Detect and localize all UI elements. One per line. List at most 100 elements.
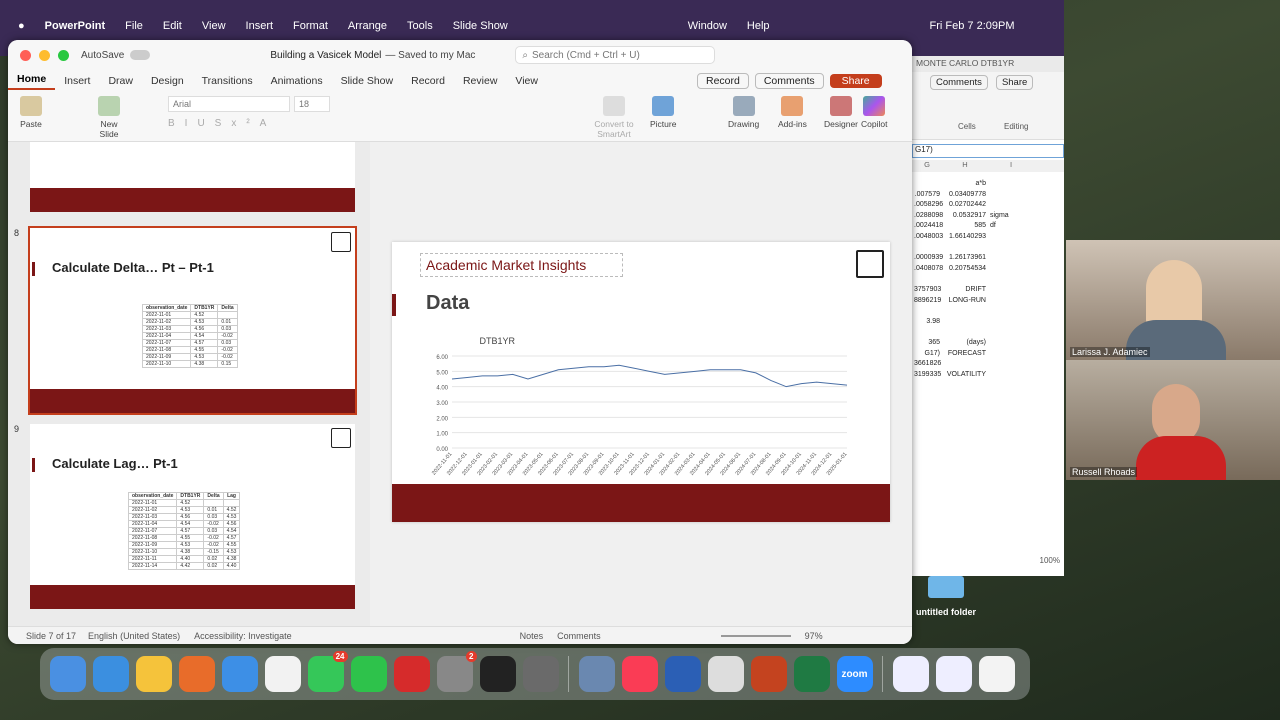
excel-cell[interactable]: 1.26173961 <box>942 254 988 265</box>
printer-icon[interactable] <box>707 656 744 692</box>
tab-draw[interactable]: Draw <box>99 75 142 87</box>
tab-home[interactable]: Home <box>8 73 56 90</box>
picture-button[interactable]: Picture <box>650 96 676 129</box>
excel-cell[interactable] <box>988 297 1034 308</box>
video-tile-2[interactable]: Russell Rhoads <box>1066 360 1280 480</box>
excel-cell[interactable] <box>942 328 988 339</box>
excel-row[interactable]: .0288098 0.0532917 sigma <box>912 212 1064 223</box>
chrome-icon[interactable] <box>135 656 172 692</box>
tab-transitions[interactable]: Transitions <box>193 75 262 87</box>
col-header-g[interactable]: G <box>912 160 942 172</box>
menu-edit[interactable]: Edit <box>163 20 182 32</box>
excel-row[interactable]: G17) FORECAST <box>912 350 1064 361</box>
accessibility-status[interactable]: Accessibility: Investigate <box>194 631 292 641</box>
slide-thumbnail-9[interactable]: Calculate Lag… Pt-1 observation_date DTB1… <box>30 424 355 609</box>
excel-cell[interactable] <box>988 180 1034 191</box>
excel-cell[interactable] <box>988 191 1034 202</box>
menu-window[interactable]: Window <box>688 20 727 32</box>
excel-cell[interactable]: .0058296 <box>912 201 943 212</box>
excel-cell[interactable] <box>988 318 1034 329</box>
music-icon[interactable] <box>621 656 658 692</box>
excel-formula-bar[interactable]: G17) <box>912 144 1064 158</box>
slide-thumbnail-8[interactable]: Calculate Delta… Pt – Pt-1 observation_d… <box>28 226 357 415</box>
excel-cell[interactable]: 1.66140293 <box>942 233 988 244</box>
excel-cell[interactable] <box>988 328 1034 339</box>
excel-row[interactable] <box>912 328 1064 339</box>
convert-smartart-button[interactable]: Convert to SmartArt <box>592 96 636 139</box>
excel-icon[interactable] <box>793 656 830 692</box>
excel-row[interactable]: .0408078 0.20754534 <box>912 265 1064 276</box>
excel-cell[interactable]: 3661826 <box>912 360 942 371</box>
comments-button[interactable]: Comments <box>754 73 824 89</box>
new-slide-button[interactable]: New Slide <box>94 96 124 139</box>
minimize-button[interactable] <box>39 49 50 61</box>
powerpoint-icon[interactable] <box>750 656 787 692</box>
excel-cell[interactable]: FORECAST <box>942 350 988 361</box>
excel-cell[interactable] <box>988 339 1034 350</box>
excel-cell[interactable]: 365 <box>912 339 942 350</box>
preview-icon[interactable] <box>578 656 615 692</box>
settings-icon[interactable]: 2 <box>436 651 477 692</box>
excel-cell[interactable]: a*b <box>942 180 988 191</box>
trash-icon[interactable] <box>978 656 1015 692</box>
menu-app-name[interactable]: PowerPoint <box>45 20 106 32</box>
notes-button[interactable]: Notes <box>520 631 544 641</box>
excel-row[interactable] <box>912 275 1064 286</box>
excel-row[interactable]: .0058296 0.02702442 <box>912 201 1064 212</box>
excel-row[interactable]: 8896219 LONG-RUN <box>912 297 1064 308</box>
apple-icon[interactable]: ● <box>18 20 25 32</box>
excel-cells-button[interactable]: Cells <box>958 122 976 131</box>
paste-button[interactable]: Paste <box>20 96 42 129</box>
excel-row[interactable]: .0048003 1.66140293 <box>912 233 1064 244</box>
tab-slideshow[interactable]: Slide Show <box>332 75 403 87</box>
excel-cell[interactable] <box>988 286 1034 297</box>
excel-cell[interactable] <box>912 275 942 286</box>
excel-cell[interactable]: .0024418 <box>912 222 943 233</box>
excel-cell[interactable] <box>988 265 1034 276</box>
autosave-toggle[interactable] <box>130 50 151 60</box>
excel-cell[interactable]: 3199335 <box>912 371 942 382</box>
zoom-slider[interactable] <box>720 634 791 637</box>
excel-cell[interactable]: .0048003 <box>912 233 943 244</box>
photos-icon[interactable] <box>264 656 301 692</box>
excel-cell[interactable]: DRIFT <box>942 286 988 297</box>
slide-heading[interactable]: Data <box>426 292 469 315</box>
line-chart[interactable]: DTB1YR0.001.002.003.004.005.006.002022-1… <box>412 332 852 482</box>
zoom-app-icon[interactable]: zoom <box>836 656 873 692</box>
excel-cell[interactable] <box>912 180 942 191</box>
excel-cell[interactable]: .0000939 <box>912 254 943 265</box>
excel-cell[interactable]: LONG-RUN <box>942 297 988 308</box>
video-tile-1[interactable]: Larissa J. Adamiec <box>1066 240 1280 360</box>
excel-share-button[interactable]: Share <box>995 74 1034 90</box>
excel-row[interactable] <box>912 244 1064 255</box>
excel-cell[interactable]: .0408078 <box>912 265 943 276</box>
excel-cell[interactable]: 8896219 <box>912 297 942 308</box>
acrobat-icon[interactable] <box>393 656 430 692</box>
excel-row[interactable]: 3.98 <box>912 318 1064 329</box>
excel-cell[interactable] <box>988 244 1034 255</box>
format-buttons[interactable]: BIUSx²A <box>168 118 276 129</box>
excel-cell[interactable] <box>988 360 1034 371</box>
excel-cell[interactable] <box>912 307 942 318</box>
excel-cell[interactable] <box>942 307 988 318</box>
word-icon[interactable] <box>664 656 701 692</box>
excel-zoom[interactable]: 100% <box>912 556 1064 565</box>
tab-design[interactable]: Design <box>142 75 193 87</box>
menu-insert[interactable]: Insert <box>246 20 274 32</box>
excel-cell[interactable]: 0.02702442 <box>942 201 988 212</box>
record-button[interactable]: Record <box>696 73 749 89</box>
excel-cell[interactable] <box>942 318 988 329</box>
col-header-h[interactable]: H <box>942 160 988 172</box>
share-button[interactable]: Share <box>829 74 882 88</box>
current-slide[interactable]: Academic Market Insights Data DTB1YR 0.00… <box>392 242 890 522</box>
slide-thumbnail-7[interactable] <box>30 142 355 212</box>
excel-row[interactable]: .0000939 1.26173961 <box>912 254 1064 265</box>
excel-cell[interactable] <box>942 275 988 286</box>
excel-cell[interactable]: 0.0532917 <box>942 212 988 223</box>
comments-status-button[interactable]: Comments <box>557 631 601 641</box>
search-input[interactable]: ⌕ Search (Cmd + Ctrl + U) <box>515 46 716 64</box>
excel-cell[interactable] <box>988 233 1034 244</box>
excel-row[interactable]: 3199335 VOLATILITY <box>912 371 1064 382</box>
iphone-mirroring-icon[interactable] <box>522 656 559 692</box>
finder-icon[interactable] <box>49 656 86 692</box>
